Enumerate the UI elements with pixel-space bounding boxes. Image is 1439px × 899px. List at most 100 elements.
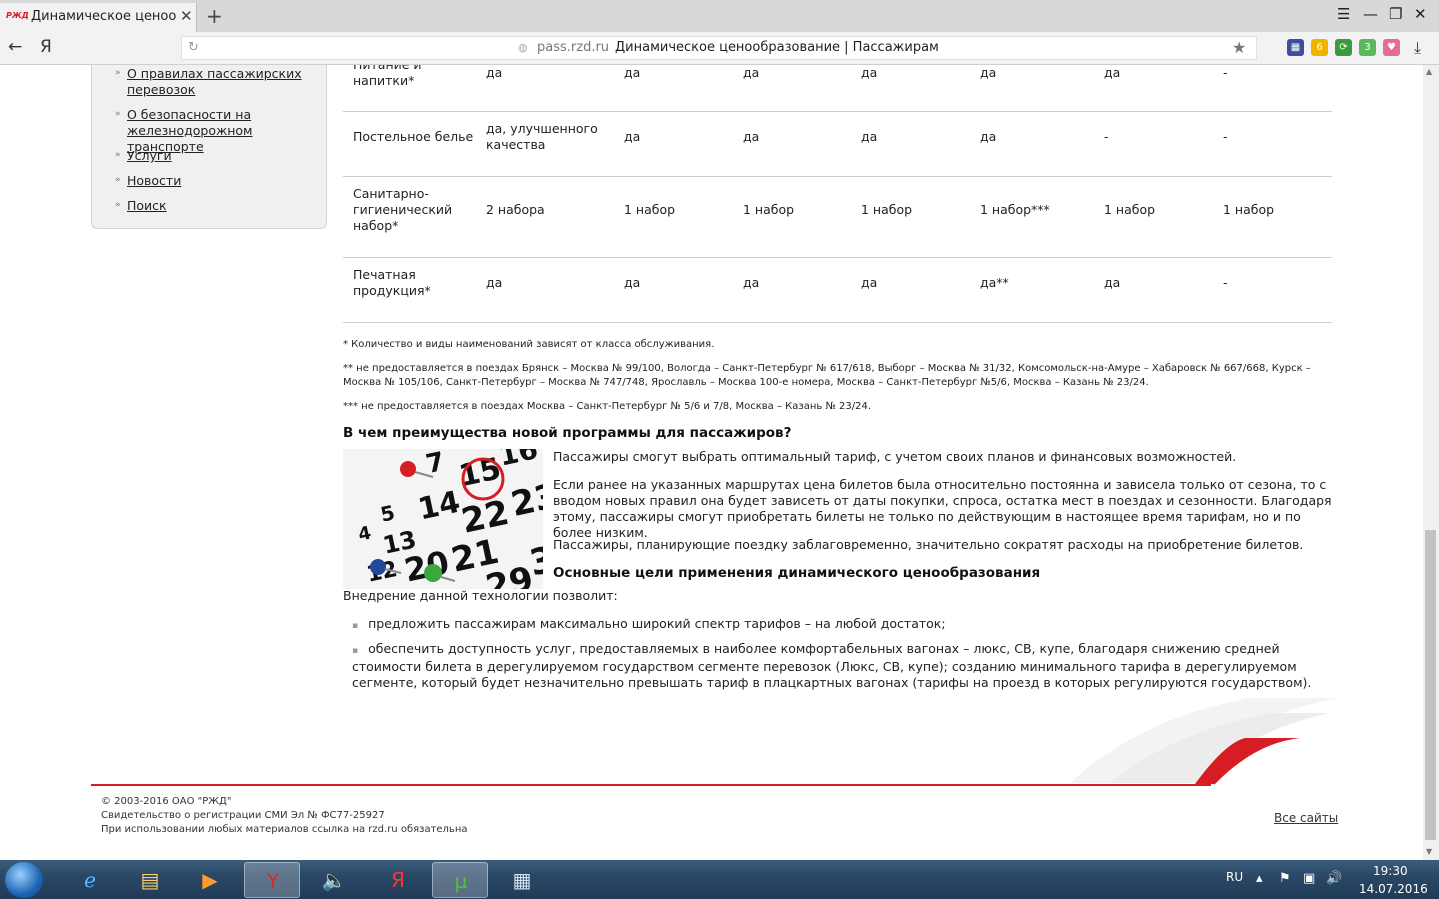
list-item: ▪ обеспечить доступность услуг, предостав… bbox=[352, 641, 1332, 691]
service-name: Печатная продукция* bbox=[353, 267, 431, 298]
table-cell: да bbox=[861, 129, 878, 144]
service-name: Постельное белье bbox=[353, 129, 474, 144]
sidebar-item-rules[interactable]: О правилах пассажирских перевозок bbox=[127, 66, 323, 98]
table-cell: да bbox=[624, 129, 641, 144]
network-icon[interactable]: ▣ bbox=[1303, 871, 1315, 886]
tab-title: Динамическое ценообр bbox=[31, 9, 177, 24]
minimize-icon[interactable]: — bbox=[1363, 5, 1378, 23]
table-cell: 1 набор*** bbox=[980, 202, 1050, 217]
table-cell: - bbox=[1223, 65, 1228, 80]
table-cell: 1 набор bbox=[861, 202, 913, 217]
url-host: pass.rzd.ru bbox=[537, 40, 610, 55]
table-cell: да bbox=[980, 65, 997, 80]
service-name: Санитарно-гигиенический набор* bbox=[353, 186, 453, 233]
clock-date[interactable]: 14.07.2016 bbox=[1359, 882, 1428, 896]
menu-icon[interactable]: ☰ bbox=[1337, 5, 1350, 23]
sidebar-item-search[interactable]: Поиск bbox=[127, 198, 323, 214]
restore-icon[interactable]: ❐ bbox=[1389, 5, 1402, 23]
speaker-icon: 🔈 bbox=[321, 868, 347, 892]
tray-expand-icon[interactable]: ▴ bbox=[1256, 871, 1263, 886]
list-item: ▪ предложить пассажирам максимально широк… bbox=[352, 616, 1332, 634]
certificate-text: Свидетельство о регистрации СМИ Эл № ФС7… bbox=[101, 810, 385, 821]
service-name: Питание и напитки* bbox=[353, 65, 422, 88]
volume-app-taskbar-button[interactable]: 🔈 bbox=[306, 862, 362, 898]
bullet-icon: » bbox=[115, 200, 121, 210]
media-play-icon: ▶ bbox=[202, 868, 218, 892]
table-cell: да, улучшенного качества bbox=[486, 121, 598, 152]
media-player-taskbar-button[interactable]: ▶ bbox=[182, 862, 238, 898]
yandex-taskbar-button[interactable]: Я bbox=[370, 862, 426, 898]
calculator-icon: ▦ bbox=[512, 868, 532, 892]
scroll-up-icon[interactable]: ▲ bbox=[1426, 67, 1432, 76]
section-heading: В чем преимущества новой программы для п… bbox=[343, 425, 792, 441]
table-cell: да bbox=[861, 65, 878, 80]
extension-pocket-icon[interactable]: ♥ bbox=[1383, 39, 1400, 56]
sidebar-item-services[interactable]: Услуги bbox=[127, 148, 323, 164]
sidebar-item-news[interactable]: Новости bbox=[127, 173, 323, 189]
table-row: Постельное белье да, улучшенного качеств… bbox=[343, 111, 1332, 177]
table-cell: - bbox=[1104, 129, 1109, 144]
back-arrow-icon[interactable]: ← bbox=[8, 37, 22, 57]
yandex-browser-taskbar-button[interactable]: Y bbox=[244, 862, 300, 898]
utorrent-taskbar-button[interactable]: µ bbox=[432, 862, 488, 898]
calculator-taskbar-button[interactable]: ▦ bbox=[494, 862, 550, 898]
url-field[interactable]: ↻ ◍ pass.rzd.ru Динамическое ценообразов… bbox=[181, 36, 1257, 60]
table-row: Печатная продукция* да да да да да** да … bbox=[343, 257, 1332, 323]
explorer-taskbar-button[interactable]: ▤ bbox=[122, 862, 178, 898]
sidebar-menu: » О правилах пассажирских перевозок » О … bbox=[91, 65, 327, 229]
extension-refresh-icon[interactable]: ⟳ bbox=[1335, 39, 1352, 56]
table-cell: да bbox=[486, 275, 503, 290]
bookmark-star-icon[interactable]: ★ bbox=[1232, 38, 1246, 57]
calendar-image: 7 15 16 5 14 13 22 23 12 20 21 29 30 4 bbox=[343, 449, 543, 589]
vertical-scrollbar[interactable]: ▲ ▼ bbox=[1423, 65, 1439, 860]
table-cell: - bbox=[1223, 275, 1228, 290]
ie-taskbar-button[interactable]: ℯ bbox=[62, 862, 118, 898]
taskbar: ℯ ▤ ▶ Y 🔈 Я µ ▦ RU ▴ ⚑ ▣ 🔊 19:30 14.07.2… bbox=[0, 860, 1439, 899]
table-cell: да bbox=[624, 275, 641, 290]
browser-tab[interactable]: РЖД Динамическое ценообр ✕ bbox=[0, 3, 197, 32]
web-page: » О правилах пассажирских перевозок » О … bbox=[0, 65, 1423, 860]
start-button[interactable] bbox=[5, 862, 43, 898]
language-indicator[interactable]: RU bbox=[1226, 870, 1243, 884]
table-cell: 1 набор bbox=[1223, 202, 1275, 217]
paragraph: Пассажиры, планирующие поездку заблаговр… bbox=[553, 537, 1304, 552]
all-sites-link[interactable]: Все сайты bbox=[1274, 811, 1338, 825]
scroll-down-icon[interactable]: ▼ bbox=[1426, 847, 1432, 856]
table-cell: да bbox=[861, 275, 878, 290]
new-tab-icon[interactable]: + bbox=[206, 4, 223, 28]
close-tab-icon[interactable]: ✕ bbox=[180, 7, 193, 25]
table-cell: да bbox=[1104, 275, 1121, 290]
bullet-icon: ▪ bbox=[352, 646, 359, 656]
list-item-text: обеспечить доступность услуг, предоставл… bbox=[352, 641, 1312, 690]
table-cell: да bbox=[743, 65, 760, 80]
scroll-thumb[interactable] bbox=[1425, 530, 1436, 840]
site-info-icon[interactable]: ◍ bbox=[518, 41, 528, 54]
action-center-flag-icon[interactable]: ⚑ bbox=[1279, 871, 1291, 886]
bullet-icon: » bbox=[115, 175, 121, 185]
goals-heading: Основные цели применения динамического ц… bbox=[553, 565, 1041, 581]
rzd-favicon-icon: РЖД bbox=[6, 11, 29, 20]
table-cell: да bbox=[1104, 65, 1121, 80]
table-cell: 1 набор bbox=[743, 202, 795, 217]
extension-icon[interactable]: ▦ bbox=[1287, 39, 1304, 56]
extension-shield-icon[interactable]: 3 bbox=[1359, 39, 1376, 56]
utorrent-icon: µ bbox=[454, 869, 468, 893]
yandex-button[interactable]: Я bbox=[40, 37, 52, 57]
reload-icon[interactable]: ↻ bbox=[188, 40, 199, 55]
table-cell: 2 набора bbox=[486, 202, 545, 217]
table-cell: 1 набор bbox=[624, 202, 676, 217]
volume-icon[interactable]: 🔊 bbox=[1326, 871, 1342, 886]
yandex-browser-icon: Y bbox=[266, 869, 280, 893]
download-icon[interactable]: ⤓ bbox=[1414, 38, 1421, 58]
usage-notice: При использовании любых материалов ссылк… bbox=[101, 824, 468, 835]
clock-time[interactable]: 19:30 bbox=[1373, 864, 1408, 878]
table-cell: 1 набор bbox=[1104, 202, 1156, 217]
paragraph: Если ранее на указанных маршрутах цена б… bbox=[553, 477, 1332, 540]
footnote-2: ** не предоставляется в поездах Брянск –… bbox=[343, 363, 1311, 388]
close-window-icon[interactable]: ✕ bbox=[1414, 5, 1427, 23]
paragraph: Пассажиры смогут выбрать оптимальный тар… bbox=[553, 449, 1237, 464]
list-item-text: предложить пассажирам максимально широки… bbox=[368, 616, 946, 631]
tab-bar: РЖД Динамическое ценообр ✕ + ☰ — ❐ ✕ bbox=[0, 0, 1439, 32]
extension-badge-icon[interactable]: 6 bbox=[1311, 39, 1328, 56]
bullet-icon: ▪ bbox=[352, 621, 359, 631]
